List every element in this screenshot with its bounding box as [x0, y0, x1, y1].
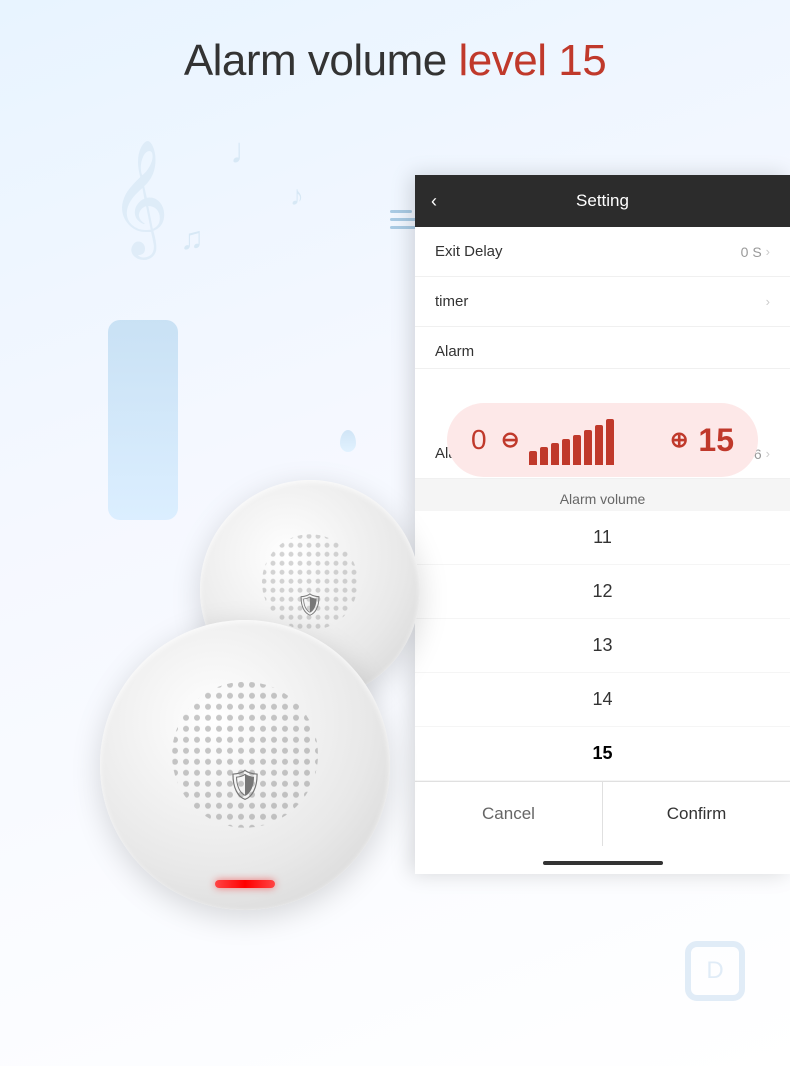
- list-item-11[interactable]: 11: [415, 511, 790, 565]
- exit-delay-value: 0 S ›: [741, 244, 770, 260]
- exit-delay-chevron: ›: [766, 244, 770, 259]
- timer-chevron: ›: [766, 294, 770, 309]
- alarm-label: Alarm: [435, 343, 474, 360]
- shield-icon-front: 🛡: [226, 768, 264, 803]
- dot-pattern-front: [170, 680, 320, 830]
- exit-delay-label: Exit Delay: [435, 243, 503, 260]
- list-item-15[interactable]: 15: [415, 727, 790, 781]
- app-title: Setting: [576, 191, 629, 211]
- shield-icon-back: 🛡: [296, 592, 324, 618]
- timer-label: timer: [435, 293, 468, 310]
- vol-bar-5: [573, 435, 581, 465]
- exit-delay-row[interactable]: Exit Delay 0 S ›: [415, 227, 790, 277]
- volume-popup: 0 ⊖ ⊕ 15: [447, 403, 758, 477]
- music-note-icon-2: ♪: [290, 180, 304, 212]
- vol-bar-3: [551, 443, 559, 465]
- vol-bar-1: [529, 451, 537, 465]
- treble-clef-icon: 𝄞: [110, 140, 169, 256]
- alarm-row[interactable]: Alarm 0 ⊖ ⊕ 15: [415, 327, 790, 369]
- red-led: [215, 880, 275, 888]
- music-note-icon-1: ♩: [230, 130, 266, 172]
- picker-header: Alarm volume: [415, 479, 790, 511]
- app-header: ‹ Setting: [415, 175, 790, 227]
- vol-bar-8: [606, 419, 614, 465]
- vol-bar-6: [584, 430, 592, 465]
- home-indicator: [415, 846, 790, 874]
- page-title: Alarm volume level 15: [184, 36, 606, 85]
- app-panel: ‹ Setting Exit Delay 0 S › timer › Alarm…: [415, 175, 790, 874]
- volume-bars: [529, 415, 660, 465]
- vol-bar-2: [540, 447, 548, 465]
- alarm-volume-chevron: ›: [766, 446, 770, 461]
- vol-bar-7: [595, 425, 603, 465]
- timer-row[interactable]: timer ›: [415, 277, 790, 327]
- music-note-icon-3: ♫: [180, 220, 204, 257]
- confirm-button[interactable]: Confirm: [603, 782, 790, 846]
- home-indicator-bar: [543, 861, 663, 865]
- volume-minus-button[interactable]: ⊖: [501, 427, 519, 453]
- cancel-button[interactable]: Cancel: [415, 782, 603, 846]
- volume-left-number: 0: [471, 424, 491, 456]
- volume-plus-button[interactable]: ⊕: [670, 427, 688, 453]
- list-item-12[interactable]: 12: [415, 565, 790, 619]
- watermark-logo: D: [685, 941, 745, 1001]
- list-item-14[interactable]: 14: [415, 673, 790, 727]
- list-item-13[interactable]: 13: [415, 619, 790, 673]
- timer-value: ›: [766, 294, 770, 309]
- device-front: 🛡: [100, 620, 390, 910]
- water-drop-icon-1: [340, 430, 356, 452]
- watermark: D: [680, 936, 750, 1006]
- back-button[interactable]: ‹: [431, 191, 437, 212]
- volume-right-number: 15: [698, 422, 734, 459]
- vol-bar-4: [562, 439, 570, 465]
- bottom-buttons: Cancel Confirm: [415, 781, 790, 846]
- devices-area: 🛡 🛡: [40, 450, 460, 1030]
